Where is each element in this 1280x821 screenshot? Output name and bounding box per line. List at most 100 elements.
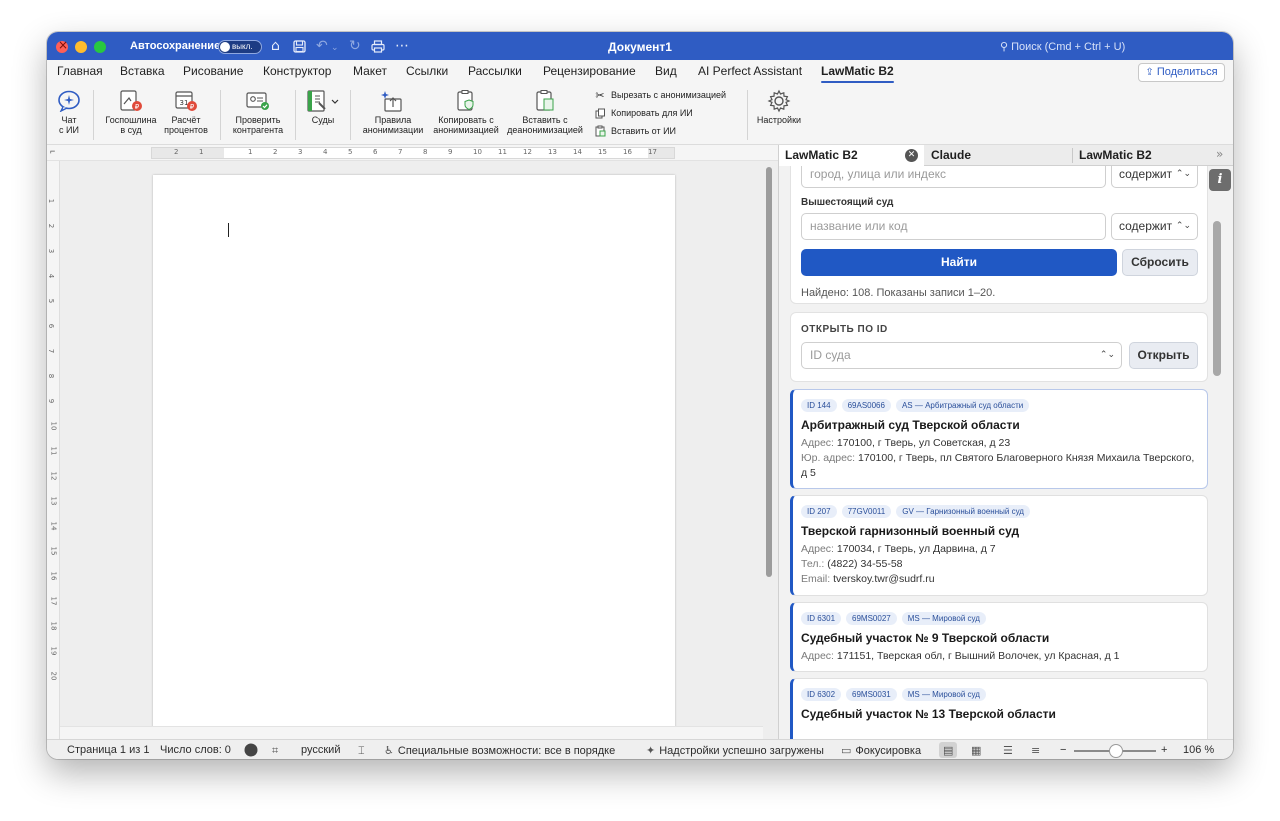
autosave-toggle[interactable]: выкл. [218,40,262,54]
higher-court-input[interactable]: название или код [801,213,1106,240]
higher-court-match-select[interactable]: содержит ⌃⌄ [1111,213,1198,240]
cut-anonymized-label: Вырезать с анонимизацией [611,90,727,100]
accessibility-status[interactable]: ♿ Специальные возможности: все в порядке [384,744,615,757]
panel-scrollbar[interactable] [1213,221,1221,376]
proofing-icon[interactable]: ⌗ [272,744,282,758]
open-by-id-card: ОТКРЫТЬ ПО ID ID суда ⌃⌄ Открыть [790,312,1208,382]
minimize-window-button[interactable] [75,41,87,53]
settings-button[interactable]: Настройки [753,87,805,143]
print-icon[interactable] [371,38,385,57]
result-chips: ID 207 77GV0011 GV — Гарнизонный военный… [801,505,1030,518]
ruler-number: 5 [348,148,353,156]
more-icon[interactable]: ⋯ [395,38,409,54]
horizontal-ruler[interactable]: 2 1 1 2 3 4 5 6 7 8 9 10 11 12 13 14 15 16 17 [151,147,675,159]
result-card[interactable]: ID 144 69AS0066 AS — Арбитражный суд обл… [790,389,1208,489]
tab-review[interactable]: Рецензирование [543,64,636,78]
open-button[interactable]: Открыть [1129,342,1198,369]
result-card[interactable]: ID 6301 69MS0027 MS — Мировой суд Судебн… [790,602,1208,672]
result-card[interactable]: ID 207 77GV0011 GV — Гарнизонный военный… [790,495,1208,596]
zoom-level[interactable]: 106 % [1183,744,1214,756]
document-vertical-scrollbar[interactable] [766,167,772,577]
anonymization-rules-button[interactable]: Правила анонимизации [360,87,426,143]
chevron-double-right-icon[interactable]: » [1216,147,1223,161]
undo-dropdown-icon[interactable]: ⌄ [331,40,339,56]
language-indicator[interactable]: русский [301,744,340,756]
vertical-ruler-number: 5 [47,298,56,304]
check-counterparty-button[interactable]: Проверить контрагента [227,87,289,143]
panel-tab-claude[interactable]: Claude [925,145,1072,166]
court-id-input[interactable]: ID суда ⌃⌄ [801,342,1122,369]
close-icon[interactable]: ✕ [905,149,918,162]
copy-anonymized-button[interactable]: Копировать с анонимизацией [430,87,502,143]
close-window-button[interactable] [56,38,68,53]
result-email: Email: tverskoy.twr@sudrf.ru [801,572,1199,587]
tab-insert[interactable]: Вставка [120,64,165,78]
court-type-chip: MS — Мировой суд [901,612,986,625]
result-title: Тверской гарнизонный военный суд [801,524,1020,538]
stepper-icon[interactable]: ⌃⌄ [1100,343,1115,368]
save-icon[interactable] [293,38,306,57]
draft-view-icon[interactable]: ≡ [1031,744,1044,757]
tab-mailings[interactable]: Рассылки [468,64,522,78]
tab-lawmatic-b2[interactable]: LawMatic B2 [821,64,894,83]
document-page[interactable] [153,175,675,739]
vertical-ruler-number: 15 [49,546,58,556]
courts-label: Суды [311,115,335,125]
result-card[interactable]: ID 6302 69MS0031 MS — Мировой суд Судебн… [790,678,1208,739]
redo-icon[interactable]: ↻ [349,38,361,54]
accessibility-text: Специальные возможности: все в порядке [397,745,616,757]
share-button[interactable]: ⇪ Поделиться [1138,63,1225,82]
higher-court-label: Вышестоящий суд [801,197,894,208]
panel-tab-lawmatic[interactable]: LawMatic B2 [779,145,924,166]
zoom-window-button[interactable] [94,41,106,53]
vertical-ruler-number: 18 [49,621,58,631]
focus-button[interactable]: ▭ Фокусировка [841,744,921,757]
reset-button[interactable]: Сбросить [1122,249,1198,276]
tab-view[interactable]: Вид [655,64,677,78]
result-phone-key: Тел.: [801,558,825,570]
page-count[interactable]: Страница 1 из 1 [67,744,149,756]
chat-ai-button[interactable]: Чат с ИИ [53,87,85,143]
tab-ai-perfect-assistant[interactable]: AI Perfect Assistant [698,64,802,78]
settings-label: Настройки [756,115,802,125]
zoom-in-button[interactable]: + [1161,744,1167,756]
paste-from-ai-button[interactable]: Вставить от ИИ [593,123,676,139]
undo-icon[interactable]: ↶ [316,38,328,54]
web-layout-view-icon[interactable]: ▦ [971,744,985,757]
zoom-out-button[interactable]: − [1060,744,1066,756]
document-horizontal-scrollbar[interactable] [60,726,763,739]
record-macro-icon[interactable] [244,743,258,759]
result-email-value[interactable]: tverskoy.twr@sudrf.ru [833,573,934,585]
paste-deanonymized-button[interactable]: Вставить с деанонимизацией [503,87,587,143]
fee-document-icon: ₽ [101,87,161,115]
courts-button[interactable]: Суды [301,87,345,143]
vertical-ruler[interactable]: 1 2 3 4 5 6 7 8 9 10 11 12 13 14 15 16 17 18 19 20 [47,161,60,739]
text-predictions-icon[interactable]: ⌶ [358,744,369,758]
court-fee-button[interactable]: ₽ Госпошлина в суд [101,87,161,143]
copy-for-ai-button[interactable]: Копировать для ИИ [593,105,693,121]
ruler-number: 1 [248,148,253,156]
tab-home[interactable]: Главная [57,64,103,78]
address-input[interactable]: город, улица или индекс [801,166,1106,188]
zoom-slider-handle[interactable] [1109,744,1123,758]
info-icon[interactable]: i [1209,169,1231,191]
panel-tab-lawmatic-2[interactable]: LawMatic B2 [1073,145,1213,166]
print-layout-view-icon[interactable]: ▤ [943,744,957,757]
tab-draw[interactable]: Рисование [183,64,243,78]
home-icon[interactable]: ⌂ [271,38,280,54]
share-icon: ⇪ [1145,67,1154,78]
find-button[interactable]: Найти [801,249,1117,276]
select-arrows-icon: ⌃⌄ [1175,169,1191,179]
paste-deanonymized-label: Вставить с деанонимизацией [507,115,583,135]
search-field[interactable]: ⚲ Поиск (Cmd + Ctrl + U) [1000,40,1125,53]
cut-anonymized-button[interactable]: ✂ Вырезать с анонимизацией [593,87,726,103]
tab-stop-icon[interactable]: ⌐ [50,146,55,156]
tab-design[interactable]: Конструктор [263,64,331,78]
copy-anonymized-label: Копировать с анонимизацией [433,115,499,135]
word-count[interactable]: Число слов: 0 [160,744,231,756]
tab-layout[interactable]: Макет [353,64,387,78]
outline-view-icon[interactable]: ☰ [1003,744,1017,757]
tab-references[interactable]: Ссылки [406,64,448,78]
address-match-select[interactable]: содержит ⌃⌄ [1111,166,1198,188]
interest-calc-button[interactable]: 31 ₽ Расчёт процентов [161,87,211,143]
